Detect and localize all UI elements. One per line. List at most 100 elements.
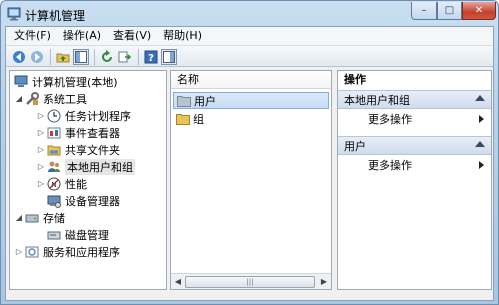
- tree-item-performance[interactable]: ▷ N 性能: [36, 175, 87, 192]
- export-icon: [118, 51, 132, 63]
- title-bar[interactable]: 计算机管理 – □ ✕: [1, 1, 498, 27]
- tree-item-task-scheduler[interactable]: ▷ 任务计划程序: [36, 107, 131, 124]
- expand-icon[interactable]: ▷: [36, 179, 46, 188]
- actions-header: 操作: [344, 73, 366, 86]
- refresh-icon: [102, 50, 112, 62]
- actions-section-users[interactable]: 用户: [338, 136, 491, 155]
- menu-action[interactable]: 操作(A): [57, 27, 107, 45]
- list-item-label: 用户: [194, 94, 216, 108]
- section-title: 本地用户和组: [344, 94, 410, 107]
- tree-item-shared-folders[interactable]: ▷ 共享文件夹: [36, 141, 120, 158]
- menu-file[interactable]: 文件(F): [6, 27, 57, 45]
- tree-item-label: 性能: [65, 177, 87, 191]
- svg-text:?: ?: [148, 53, 154, 64]
- tools-icon: [24, 91, 40, 106]
- expand-icon[interactable]: ▷: [14, 247, 24, 256]
- services-icon: [24, 245, 40, 259]
- expand-icon[interactable]: ▷: [36, 145, 46, 154]
- computer-management-icon: [7, 7, 21, 21]
- tree-item-label: 事件查看器: [65, 126, 120, 140]
- list-item-users[interactable]: 用户: [173, 92, 329, 109]
- refresh-button[interactable]: [99, 49, 115, 65]
- list-item-label: 组: [193, 112, 204, 126]
- device-manager-icon: [46, 194, 62, 208]
- tree-item-storage[interactable]: ◢ 存储: [14, 209, 65, 226]
- tree-item-label: 系统工具: [43, 92, 87, 106]
- collapse-icon[interactable]: ◢: [14, 213, 24, 222]
- forward-icon: [31, 51, 43, 63]
- event-viewer-icon: [46, 126, 62, 140]
- up-folder-button[interactable]: [55, 49, 71, 65]
- menu-help[interactable]: 帮助(H): [157, 27, 208, 45]
- scroll-left-icon[interactable]: ◀: [172, 276, 184, 288]
- collapse-up-icon[interactable]: [475, 141, 485, 147]
- folder-icon: [177, 95, 191, 107]
- folder-icon: [176, 113, 190, 125]
- actions-pane: 操作 本地用户和组 更多操作 用户 更多操作: [337, 70, 492, 290]
- tree-item-label: 计算机管理(本地): [32, 75, 118, 89]
- tree-item-disk-management[interactable]: 磁盘管理: [46, 226, 109, 243]
- navigation-tree: 计算机管理(本地) ◢ 系统工具 ▷ 任务计划程序 ▷ 事件查看器 ▷ 共享文件…: [9, 70, 167, 290]
- minimize-button[interactable]: –: [411, 2, 437, 20]
- tree-item-device-manager[interactable]: 设备管理器: [46, 192, 120, 209]
- storage-icon: [24, 211, 40, 225]
- more-actions-item[interactable]: 更多操作: [338, 157, 491, 174]
- collapse-icon[interactable]: ◢: [14, 94, 24, 103]
- tree-item-label: 本地用户和组: [65, 158, 135, 175]
- actions-section-local-users-groups[interactable]: 本地用户和组: [338, 90, 491, 109]
- help-button[interactable]: ?: [143, 49, 159, 65]
- shared-folder-icon: [46, 143, 62, 157]
- collapse-up-icon[interactable]: [475, 95, 485, 101]
- tree-item-system-tools[interactable]: ◢ 系统工具: [14, 90, 87, 107]
- expand-icon[interactable]: ▷: [36, 128, 46, 137]
- tree-item-services-apps[interactable]: ▷ 服务和应用程序: [14, 243, 120, 260]
- more-actions-item[interactable]: 更多操作: [338, 111, 491, 128]
- window-frame: 计算机管理 – □ ✕ 文件(F) 操作(A) 查看(V) 帮助(H) ? 计算…: [0, 0, 499, 305]
- more-actions-label: 更多操作: [368, 113, 412, 126]
- content-list: 名称 用户 组 ◀ ||| ▶: [170, 70, 332, 290]
- show-hide-action-button[interactable]: [161, 49, 177, 65]
- computer-management-icon: [13, 75, 29, 89]
- section-title: 用户: [344, 140, 366, 153]
- users-icon: [46, 160, 62, 174]
- toolbar: ?: [6, 45, 493, 67]
- tree-item-label: 共享文件夹: [65, 143, 120, 157]
- expand-icon[interactable]: ▷: [36, 162, 46, 171]
- tree-item-root[interactable]: 计算机管理(本地): [13, 73, 118, 90]
- back-button[interactable]: [11, 49, 27, 65]
- performance-icon: N: [46, 177, 62, 191]
- tree-item-label: 服务和应用程序: [43, 245, 120, 259]
- tree-item-local-users-groups[interactable]: ▷ 本地用户和组: [36, 158, 135, 175]
- back-icon: [13, 51, 25, 63]
- column-header-name[interactable]: 名称: [171, 71, 331, 89]
- show-hide-tree-button[interactable]: [73, 49, 89, 65]
- submenu-arrow-icon: [479, 161, 484, 169]
- show-hide-action-icon: [163, 51, 175, 63]
- svg-text:N: N: [51, 181, 56, 189]
- show-hide-tree-icon: [75, 51, 87, 63]
- tree-item-event-viewer[interactable]: ▷ 事件查看器: [36, 124, 120, 141]
- scrollbar-thumb[interactable]: |||: [185, 276, 315, 288]
- close-button[interactable]: ✕: [462, 2, 496, 20]
- tree-item-label: 任务计划程序: [65, 109, 131, 123]
- client-area: 文件(F) 操作(A) 查看(V) 帮助(H) ? 计算机管理(本地) ◢ 系统…: [5, 26, 494, 301]
- scroll-right-icon[interactable]: ▶: [318, 276, 330, 288]
- tree-item-label: 设备管理器: [65, 194, 120, 208]
- horizontal-scrollbar[interactable]: ◀ ||| ▶: [171, 273, 331, 289]
- forward-button[interactable]: [29, 49, 45, 65]
- menu-bar: 文件(F) 操作(A) 查看(V) 帮助(H): [6, 27, 493, 45]
- window-title: 计算机管理: [25, 9, 86, 23]
- menu-view[interactable]: 查看(V): [107, 27, 157, 45]
- up-folder-icon: [56, 53, 70, 63]
- status-bar: [6, 293, 493, 300]
- tree-item-label: 磁盘管理: [65, 228, 109, 242]
- disk-icon: [46, 228, 62, 242]
- submenu-arrow-icon: [479, 115, 484, 123]
- list-item-groups[interactable]: 组: [173, 110, 329, 127]
- maximize-button[interactable]: □: [437, 2, 462, 20]
- expand-icon[interactable]: ▷: [36, 111, 46, 120]
- tree-item-label: 存储: [43, 211, 65, 225]
- export-button[interactable]: [117, 49, 133, 65]
- help-icon: ?: [144, 50, 158, 64]
- clock-icon: [46, 109, 62, 123]
